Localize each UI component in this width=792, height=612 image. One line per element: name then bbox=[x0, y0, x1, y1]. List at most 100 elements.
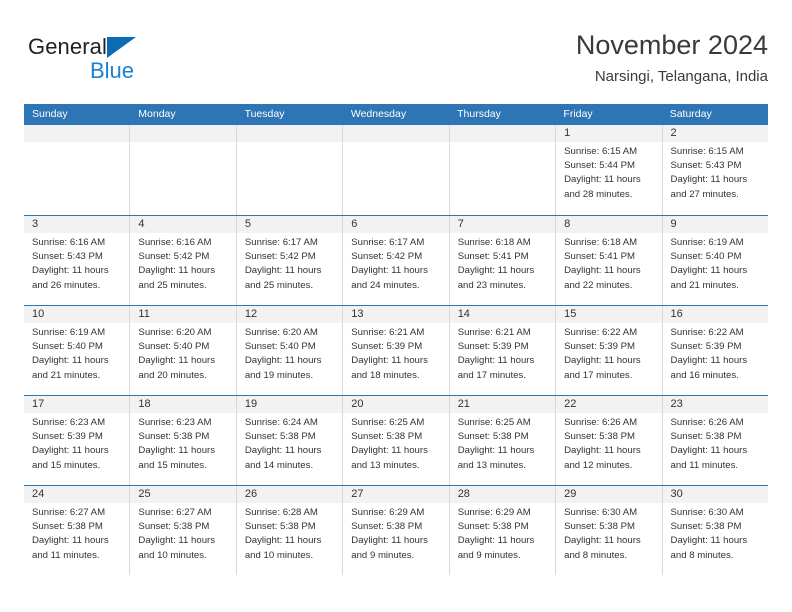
page-title: November 2024 bbox=[575, 30, 768, 60]
weekday-header-row: Sunday Monday Tuesday Wednesday Thursday Frid… bbox=[24, 104, 768, 125]
calendar-day-cell[interactable]: 15 Sunrise: 6:22 AM Sunset: 5:39 PM Dayligh… bbox=[556, 306, 663, 395]
day-details: Sunrise: 6:19 AM Sunset: 5:40 PM Daylight:… bbox=[24, 323, 129, 383]
day-detail-line: Sunset: 5:38 PM bbox=[564, 521, 636, 533]
calendar-day-cell[interactable]: 22 Sunrise: 6:26 AM Sunset: 5:38 PM Dayligh… bbox=[556, 396, 663, 485]
day-detail-line: Sunrise: 6:30 AM bbox=[564, 507, 638, 518]
day-details: Sunrise: 6:24 AM Sunset: 5:38 PM Daylight:… bbox=[237, 413, 342, 473]
day-details: Sunrise: 6:22 AM Sunset: 5:39 PM Daylight:… bbox=[556, 323, 661, 383]
day-detail-line: Sunset: 5:39 PM bbox=[351, 341, 423, 353]
calendar-day-cell[interactable]: 29 Sunrise: 6:30 AM Sunset: 5:38 PM Dayligh… bbox=[556, 486, 663, 575]
calendar-day-cell[interactable]: 12 Sunrise: 6:20 AM Sunset: 5:40 PM Dayligh… bbox=[236, 306, 344, 395]
day-detail-line: and 21 minutes. bbox=[32, 369, 101, 381]
calendar-day-cell[interactable]: 5 Sunrise: 6:17 AM Sunset: 5:42 PM Daylight… bbox=[236, 216, 344, 305]
day-detail-line: Daylight: 11 hours bbox=[670, 174, 748, 186]
day-detail-line: Sunset: 5:42 PM bbox=[138, 251, 210, 263]
day-details: Sunrise: 6:15 AM Sunset: 5:44 PM Daylight:… bbox=[556, 142, 661, 202]
calendar-day-cell[interactable]: 11 Sunrise: 6:20 AM Sunset: 5:40 PM Dayligh… bbox=[130, 306, 237, 395]
day-detail-line: and 9 minutes. bbox=[457, 549, 521, 561]
day-detail-line: and 20 minutes. bbox=[138, 369, 207, 381]
day-detail-line: Sunrise: 6:20 AM bbox=[244, 327, 318, 338]
day-details: Sunrise: 6:20 AM Sunset: 5:40 PM Daylight:… bbox=[237, 323, 342, 383]
calendar-day-cell[interactable]: 17 Sunrise: 6:23 AM Sunset: 5:39 PM Dayligh… bbox=[24, 396, 131, 485]
calendar-day-cell-empty bbox=[449, 125, 557, 215]
calendar-day-cell[interactable]: 10 Sunrise: 6:19 AM Sunset: 5:40 PM Dayligh… bbox=[24, 306, 131, 395]
day-detail-line: Sunset: 5:38 PM bbox=[564, 431, 636, 443]
calendar-day-cell[interactable]: 23 Sunrise: 6:26 AM Sunset: 5:38 PM Dayligh… bbox=[662, 396, 768, 485]
calendar-day-cell[interactable]: 16 Sunrise: 6:22 AM Sunset: 5:39 PM Dayligh… bbox=[662, 306, 768, 395]
day-detail-line: and 18 minutes. bbox=[351, 369, 420, 381]
calendar-day-cell[interactable]: 8 Sunrise: 6:18 AM Sunset: 5:41 PM Daylight… bbox=[556, 216, 663, 305]
day-detail-line: Sunset: 5:38 PM bbox=[457, 521, 529, 533]
day-details: Sunrise: 6:26 AM Sunset: 5:38 PM Daylight:… bbox=[556, 413, 661, 473]
day-detail-line: and 16 minutes. bbox=[670, 369, 739, 381]
calendar-day-cell[interactable]: 7 Sunrise: 6:18 AM Sunset: 5:41 PM Daylight… bbox=[449, 216, 557, 305]
day-details: Sunrise: 6:20 AM Sunset: 5:40 PM Daylight:… bbox=[130, 323, 235, 383]
calendar-day-cell[interactable]: 1 Sunrise: 6:15 AM Sunset: 5:44 PM Daylight… bbox=[556, 125, 663, 215]
calendar-day-cell[interactable]: 3 Sunrise: 6:16 AM Sunset: 5:43 PM Daylight… bbox=[24, 216, 131, 305]
day-number: 30 bbox=[662, 486, 768, 503]
calendar-day-cell[interactable]: 9 Sunrise: 6:19 AM Sunset: 5:40 PM Daylight… bbox=[662, 216, 768, 305]
day-detail-line: Sunrise: 6:15 AM bbox=[670, 146, 744, 157]
calendar-day-cell[interactable]: 18 Sunrise: 6:23 AM Sunset: 5:38 PM Dayligh… bbox=[130, 396, 237, 485]
day-detail-line: and 10 minutes. bbox=[138, 549, 207, 561]
day-number: 20 bbox=[343, 396, 449, 413]
calendar-day-cell[interactable]: 20 Sunrise: 6:25 AM Sunset: 5:38 PM Dayligh… bbox=[343, 396, 450, 485]
day-detail-line: Daylight: 11 hours bbox=[32, 355, 109, 367]
day-number: 2 bbox=[662, 125, 768, 142]
day-detail-line: Sunset: 5:40 PM bbox=[670, 251, 742, 263]
day-detail-line: and 19 minutes. bbox=[244, 369, 314, 381]
day-detail-line: and 23 minutes. bbox=[457, 279, 526, 291]
day-detail-line: Sunset: 5:39 PM bbox=[670, 341, 742, 353]
calendar-day-cell[interactable]: 4 Sunrise: 6:16 AM Sunset: 5:42 PM Daylight… bbox=[130, 216, 237, 305]
calendar-day-cell[interactable]: 25 Sunrise: 6:27 AM Sunset: 5:38 PM Dayligh… bbox=[130, 486, 237, 575]
day-details: Sunrise: 6:18 AM Sunset: 5:41 PM Daylight:… bbox=[450, 233, 555, 293]
brand-logo[interactable]: General Blue bbox=[28, 34, 228, 90]
calendar-day-cell[interactable]: 21 Sunrise: 6:25 AM Sunset: 5:38 PM Dayligh… bbox=[449, 396, 557, 485]
calendar-day-cell[interactable]: 26 Sunrise: 6:28 AM Sunset: 5:38 PM Dayligh… bbox=[236, 486, 344, 575]
day-detail-line: Daylight: 11 hours bbox=[351, 355, 428, 367]
calendar-day-cell[interactable]: 24 Sunrise: 6:27 AM Sunset: 5:38 PM Dayligh… bbox=[24, 486, 131, 575]
day-details bbox=[24, 142, 129, 145]
day-details: Sunrise: 6:21 AM Sunset: 5:39 PM Daylight:… bbox=[343, 323, 448, 383]
calendar-day-cell[interactable]: 27 Sunrise: 6:29 AM Sunset: 5:38 PM Dayligh… bbox=[343, 486, 450, 575]
day-detail-line: Daylight: 11 hours bbox=[32, 535, 109, 547]
calendar-day-cell-empty bbox=[343, 125, 450, 215]
day-detail-line: Sunset: 5:38 PM bbox=[670, 521, 742, 533]
calendar-day-cell[interactable]: 14 Sunrise: 6:21 AM Sunset: 5:39 PM Dayligh… bbox=[449, 306, 557, 395]
day-detail-line: Daylight: 11 hours bbox=[564, 174, 641, 186]
calendar-day-cell[interactable]: 13 Sunrise: 6:21 AM Sunset: 5:39 PM Dayligh… bbox=[343, 306, 450, 395]
day-detail-line: Sunrise: 6:15 AM bbox=[564, 146, 638, 157]
day-details: Sunrise: 6:16 AM Sunset: 5:43 PM Daylight:… bbox=[24, 233, 129, 293]
day-details: Sunrise: 6:18 AM Sunset: 5:41 PM Daylight:… bbox=[556, 233, 661, 293]
day-detail-line: Daylight: 11 hours bbox=[564, 445, 641, 457]
day-detail-line: and 25 minutes. bbox=[244, 279, 314, 291]
day-detail-line: and 25 minutes. bbox=[138, 279, 207, 291]
calendar-day-cell[interactable]: 19 Sunrise: 6:24 AM Sunset: 5:38 PM Dayligh… bbox=[236, 396, 344, 485]
day-detail-line: Sunset: 5:40 PM bbox=[32, 341, 103, 353]
day-detail-line: Daylight: 11 hours bbox=[138, 355, 216, 367]
day-detail-line: Daylight: 11 hours bbox=[457, 265, 535, 277]
day-detail-line: Sunset: 5:38 PM bbox=[351, 431, 423, 443]
calendar-day-cell[interactable]: 28 Sunrise: 6:29 AM Sunset: 5:38 PM Dayligh… bbox=[449, 486, 557, 575]
day-detail-line: Sunset: 5:39 PM bbox=[32, 431, 103, 443]
day-detail-line: Sunrise: 6:27 AM bbox=[138, 507, 212, 518]
blue-triangle-icon bbox=[107, 37, 136, 58]
day-detail-line: and 15 minutes. bbox=[138, 459, 207, 471]
day-detail-line: Sunset: 5:41 PM bbox=[457, 251, 529, 263]
day-detail-line: Sunrise: 6:17 AM bbox=[244, 237, 318, 248]
day-detail-line: Daylight: 11 hours bbox=[564, 265, 641, 277]
calendar-week-row: 24 Sunrise: 6:27 AM Sunset: 5:38 PM Dayligh… bbox=[24, 485, 768, 575]
calendar-day-cell[interactable]: 6 Sunrise: 6:17 AM Sunset: 5:42 PM Daylight… bbox=[343, 216, 450, 305]
day-detail-line: and 11 minutes. bbox=[670, 459, 739, 471]
calendar-weeks: 1 Sunrise: 6:15 AM Sunset: 5:44 PM Daylight… bbox=[24, 125, 768, 575]
calendar-week-row: 10 Sunrise: 6:19 AM Sunset: 5:40 PM Dayligh… bbox=[24, 305, 768, 395]
day-detail-line: Sunrise: 6:18 AM bbox=[457, 237, 531, 248]
calendar-day-cell[interactable]: 2 Sunrise: 6:15 AM Sunset: 5:43 PM Daylight… bbox=[662, 125, 768, 215]
day-detail-line: Daylight: 11 hours bbox=[670, 445, 748, 457]
day-detail-line: Sunset: 5:38 PM bbox=[244, 431, 316, 443]
day-detail-line: Sunset: 5:44 PM bbox=[564, 160, 636, 172]
day-detail-line: Sunrise: 6:21 AM bbox=[457, 327, 531, 338]
calendar-day-cell[interactable]: 30 Sunrise: 6:30 AM Sunset: 5:38 PM Dayligh… bbox=[662, 486, 768, 575]
day-details: Sunrise: 6:26 AM Sunset: 5:38 PM Daylight:… bbox=[663, 413, 768, 473]
day-details: Sunrise: 6:27 AM Sunset: 5:38 PM Daylight:… bbox=[130, 503, 235, 563]
